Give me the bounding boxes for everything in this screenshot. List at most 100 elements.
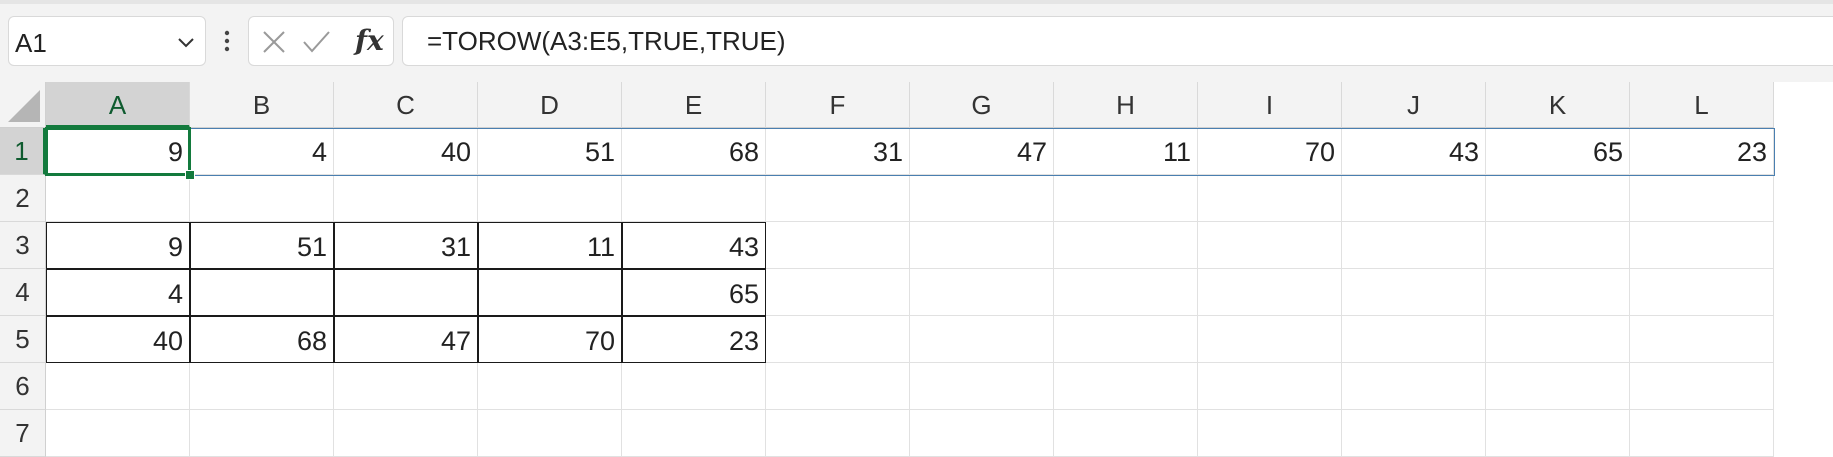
cell-l3[interactable] — [1630, 222, 1774, 269]
cell-i3[interactable] — [1198, 222, 1342, 269]
cell-k1[interactable]: 65 — [1486, 128, 1630, 175]
cell-b3[interactable]: 51 — [190, 222, 334, 269]
cell-h7[interactable] — [1054, 410, 1198, 457]
cell-c5[interactable]: 47 — [334, 316, 478, 363]
cell-a2[interactable] — [46, 175, 190, 222]
cell-j2[interactable] — [1342, 175, 1486, 222]
column-header-b[interactable]: B — [190, 82, 334, 128]
cell-f7[interactable] — [766, 410, 910, 457]
cell-d6[interactable] — [478, 363, 622, 410]
cell-k3[interactable] — [1486, 222, 1630, 269]
cell-a4[interactable]: 4 — [46, 269, 190, 316]
column-header-d[interactable]: D — [478, 82, 622, 128]
cell-l5[interactable] — [1630, 316, 1774, 363]
cell-i2[interactable] — [1198, 175, 1342, 222]
cell-c2[interactable] — [334, 175, 478, 222]
column-header-a[interactable]: A — [46, 82, 190, 128]
cell-e6[interactable] — [622, 363, 766, 410]
cell-b2[interactable] — [190, 175, 334, 222]
vertical-ellipsis-icon[interactable] — [220, 28, 234, 56]
cell-j6[interactable] — [1342, 363, 1486, 410]
cell-j7[interactable] — [1342, 410, 1486, 457]
cell-i1[interactable]: 70 — [1198, 128, 1342, 175]
cell-a5[interactable]: 40 — [46, 316, 190, 363]
column-header-j[interactable]: J — [1342, 82, 1486, 128]
column-header-i[interactable]: I — [1198, 82, 1342, 128]
cell-l4[interactable] — [1630, 269, 1774, 316]
cell-e1[interactable]: 68 — [622, 128, 766, 175]
cell-l7[interactable] — [1630, 410, 1774, 457]
cell-d2[interactable] — [478, 175, 622, 222]
column-header-k[interactable]: K — [1486, 82, 1630, 128]
cell-h6[interactable] — [1054, 363, 1198, 410]
cell-j5[interactable] — [1342, 316, 1486, 363]
cell-f1[interactable]: 31 — [766, 128, 910, 175]
cell-h4[interactable] — [1054, 269, 1198, 316]
column-header-f[interactable]: F — [766, 82, 910, 128]
cell-k2[interactable] — [1486, 175, 1630, 222]
cell-d5[interactable]: 70 — [478, 316, 622, 363]
cell-c1[interactable]: 40 — [334, 128, 478, 175]
row-header-5[interactable]: 5 — [0, 316, 46, 363]
cell-b6[interactable] — [190, 363, 334, 410]
column-header-h[interactable]: H — [1054, 82, 1198, 128]
cell-e2[interactable] — [622, 175, 766, 222]
cell-k4[interactable] — [1486, 269, 1630, 316]
cell-d1[interactable]: 51 — [478, 128, 622, 175]
row-header-2[interactable]: 2 — [0, 175, 46, 222]
cell-k7[interactable] — [1486, 410, 1630, 457]
cell-a6[interactable] — [46, 363, 190, 410]
cell-j4[interactable] — [1342, 269, 1486, 316]
cell-i5[interactable] — [1198, 316, 1342, 363]
cell-g2[interactable] — [910, 175, 1054, 222]
cell-k5[interactable] — [1486, 316, 1630, 363]
cell-g7[interactable] — [910, 410, 1054, 457]
cell-g5[interactable] — [910, 316, 1054, 363]
cell-g6[interactable] — [910, 363, 1054, 410]
cell-e3[interactable]: 43 — [622, 222, 766, 269]
cell-d7[interactable] — [478, 410, 622, 457]
cell-i6[interactable] — [1198, 363, 1342, 410]
column-header-g[interactable]: G — [910, 82, 1054, 128]
cell-c7[interactable] — [334, 410, 478, 457]
cell-i7[interactable] — [1198, 410, 1342, 457]
cell-b4[interactable] — [190, 269, 334, 316]
checkmark-icon[interactable] — [301, 27, 331, 57]
cell-l2[interactable] — [1630, 175, 1774, 222]
cell-h2[interactable] — [1054, 175, 1198, 222]
cell-a7[interactable] — [46, 410, 190, 457]
cell-e5[interactable]: 23 — [622, 316, 766, 363]
row-header-4[interactable]: 4 — [0, 269, 46, 316]
cell-g1[interactable]: 47 — [910, 128, 1054, 175]
column-header-c[interactable]: C — [334, 82, 478, 128]
cell-k6[interactable] — [1486, 363, 1630, 410]
column-header-l[interactable]: L — [1630, 82, 1774, 128]
cell-f3[interactable] — [766, 222, 910, 269]
cell-a1[interactable]: 9 — [46, 128, 190, 175]
cell-b1[interactable]: 4 — [190, 128, 334, 175]
cell-a3[interactable]: 9 — [46, 222, 190, 269]
cell-e7[interactable] — [622, 410, 766, 457]
cell-c6[interactable] — [334, 363, 478, 410]
cell-l6[interactable] — [1630, 363, 1774, 410]
cell-c4[interactable] — [334, 269, 478, 316]
insert-function-button[interactable]: fx — [355, 23, 384, 59]
row-header-6[interactable]: 6 — [0, 363, 46, 410]
formula-input[interactable]: =TOROW(A3:E5,TRUE,TRUE) — [402, 16, 1833, 66]
cell-j1[interactable]: 43 — [1342, 128, 1486, 175]
cell-h3[interactable] — [1054, 222, 1198, 269]
cell-f6[interactable] — [766, 363, 910, 410]
chevron-down-icon[interactable] — [175, 31, 197, 53]
cell-f2[interactable] — [766, 175, 910, 222]
row-header-7[interactable]: 7 — [0, 410, 46, 457]
cell-b5[interactable]: 68 — [190, 316, 334, 363]
cell-e4[interactable]: 65 — [622, 269, 766, 316]
cell-c3[interactable]: 31 — [334, 222, 478, 269]
cell-i4[interactable] — [1198, 269, 1342, 316]
fill-handle[interactable] — [185, 170, 195, 180]
cell-g4[interactable] — [910, 269, 1054, 316]
row-header-3[interactable]: 3 — [0, 222, 46, 269]
name-box[interactable]: A1 — [8, 16, 206, 66]
cell-f5[interactable] — [766, 316, 910, 363]
cell-g3[interactable] — [910, 222, 1054, 269]
